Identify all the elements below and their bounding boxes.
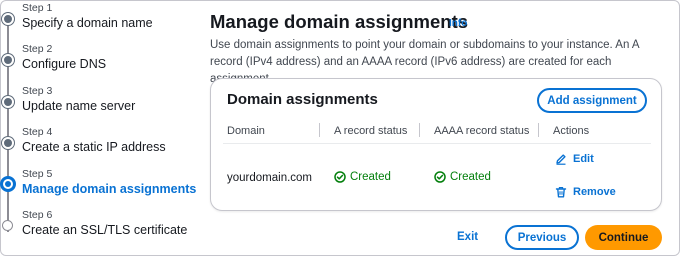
check-circle-icon [334,171,346,183]
step-number: Step 5 [22,168,53,180]
step-done-dot-icon [2,137,14,149]
step-title: Configure DNS [22,57,107,71]
remove-label: Remove [573,186,616,198]
step-number: Step 2 [22,43,53,55]
step-title: Manage domain assignments [22,182,197,196]
card-title: Domain assignments [227,91,378,108]
step-title: Create a static IP address [22,140,166,154]
step-number: Step 1 [22,2,53,14]
step-title: Specify a domain name [22,16,153,30]
step-done-dot-icon [2,96,14,108]
continue-button[interactable]: Continue [585,225,662,250]
step-title: Create an SSL/TLS certificate [22,223,188,237]
step-5[interactable]: Step 5 Manage domain assignments [0,168,200,202]
wizard-stepper: Step 1 Specify a domain name Step 2 Conf… [0,0,200,256]
step-1[interactable]: Step 1 Specify a domain name [0,2,200,36]
step-done-dot-icon [2,13,14,25]
column-header-aaaa-record: AAAA record status [434,125,530,137]
step-number: Step 4 [22,126,53,138]
status-text: Created [350,171,391,183]
column-header-actions: Actions [553,125,590,137]
pencil-icon [556,154,566,165]
step-3[interactable]: Step 3 Update name server [0,85,200,119]
check-circle-icon [434,171,446,183]
domain-cell: yourdomain.com [227,172,313,184]
step-2[interactable]: Step 2 Configure DNS [0,43,200,77]
step-number: Step 6 [22,209,53,221]
step-number: Step 3 [22,85,53,97]
step-future-dot-icon [2,220,13,231]
header-divider [223,143,651,144]
aaaa-record-status: Created [434,171,491,183]
main-content: Manage domain assignments Info Use domai… [210,0,670,256]
step-current-dot-icon [0,176,16,192]
trash-icon [555,186,567,198]
add-assignment-button[interactable]: Add assignment [537,88,647,113]
column-header-a-record: A record status [334,125,408,137]
column-separator [419,123,420,137]
info-link[interactable]: Info [449,18,467,29]
exit-button[interactable]: Exit [457,231,478,243]
step-4[interactable]: Step 4 Create a static IP address [0,126,200,160]
step-6: Step 6 Create an SSL/TLS certificate [0,209,200,243]
column-separator [538,123,539,137]
edit-button[interactable]: Edit [555,153,594,165]
remove-button[interactable]: Remove [555,186,616,198]
domain-assignments-card: Domain assignments Add assignment Domain… [210,78,662,211]
step-title: Update name server [22,99,136,113]
previous-button[interactable]: Previous [505,225,579,250]
a-record-status: Created [334,171,391,183]
column-separator [319,123,320,137]
status-text: Created [450,171,491,183]
page-title: Manage domain assignments [210,11,469,32]
edit-label: Edit [573,153,594,165]
step-done-dot-icon [2,54,14,66]
column-header-domain: Domain [227,125,265,137]
